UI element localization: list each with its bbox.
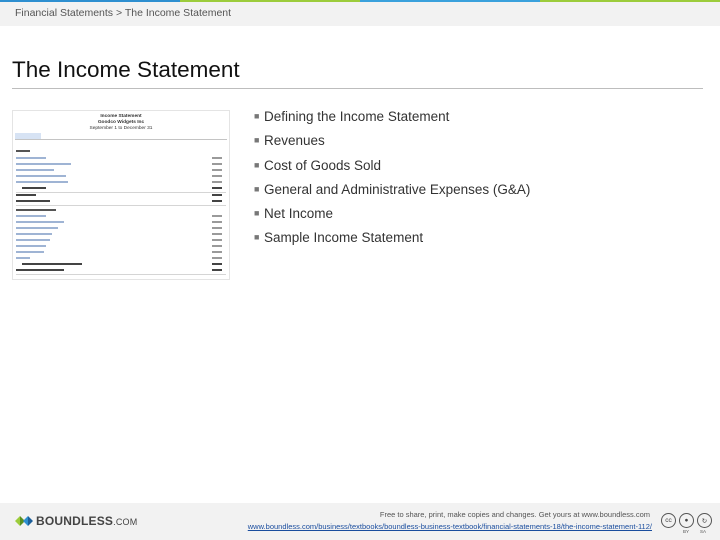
breadcrumb[interactable]: Financial Statements > The Income Statem… [15,7,231,19]
thumb-row [16,244,226,249]
income-statement-thumbnail: Income Statement Goodco Widgets Inc Sept… [12,110,230,280]
topic-list: ■ Defining the Income Statement ■ Revenues… [254,109,530,255]
list-item: ■ Revenues [254,133,530,157]
bullet-dot-icon: ■ [254,135,260,146]
thumb-separator [16,205,226,206]
license-sa-label: SA [700,529,707,534]
thumb-row [16,186,226,191]
bullet-dot-icon: ■ [254,232,260,243]
creative-commons-icon: cc [661,513,676,528]
bullet-dot-icon: ■ [254,183,260,194]
thumb-row [16,238,226,243]
license-by-label: BY [683,529,690,534]
thumb-row [16,174,226,179]
source-link[interactable]: www.boundless.com/business/textbooks/bou… [248,522,652,531]
thumbnail-header-line [15,139,227,140]
thumb-row [16,232,226,237]
boundless-logo[interactable]: BOUNDLESS.COM [15,514,137,528]
list-item: ■ Sample Income Statement [254,230,530,254]
list-item: ■ Cost of Goods Sold [254,158,530,182]
thumb-row [16,199,226,204]
thumb-row [16,208,226,213]
list-item: ■ Net Income [254,206,530,230]
bullet-dot-icon: ■ [254,159,260,170]
thumbnail-title: Income Statement [100,114,142,119]
attribution-icon: ● [679,513,694,528]
share-notice: Free to share, print, make copies and ch… [379,510,650,519]
list-item-text: General and Administrative Expenses (G&A… [264,181,531,197]
share-alike-icon: ↻ [697,513,712,528]
thumb-row [16,250,226,255]
thumb-row [16,162,226,167]
bullet-dot-icon: ■ [254,111,260,121]
thumb-row [16,168,226,173]
thumb-row [16,156,226,161]
thumb-row [16,193,226,198]
thumb-row [16,268,226,273]
thumb-row [16,180,226,185]
bullet-dot-icon: ■ [254,208,260,219]
list-item: ■ Defining the Income Statement [254,109,530,133]
thumbnail-period: September 1 to December 31 [89,126,153,131]
list-item-text: Defining the Income Statement [264,109,450,124]
list-item-text: Revenues [264,133,325,149]
thumb-separator [16,274,226,275]
list-item-text: Cost of Goods Sold [264,157,382,173]
title-divider [12,88,703,89]
thumb-row [16,220,226,225]
brand-name: BOUNDLESS.COM [36,514,138,528]
license-badge[interactable]: cc ● ↻ [661,513,712,528]
list-item: ■ General and Administrative Expenses (G&… [254,182,530,206]
thumb-row [16,262,226,267]
boundless-logo-icon [15,514,33,528]
thumb-row [16,149,226,154]
thumbnail-company: Goodco Widgets Inc [97,120,145,125]
thumb-row [16,226,226,231]
list-item-text: Net Income [264,206,334,222]
thumb-row [16,256,226,261]
list-item-text: Sample Income Statement [264,230,424,246]
thumb-row [16,214,226,219]
page-title: The Income Statement [12,57,240,82]
